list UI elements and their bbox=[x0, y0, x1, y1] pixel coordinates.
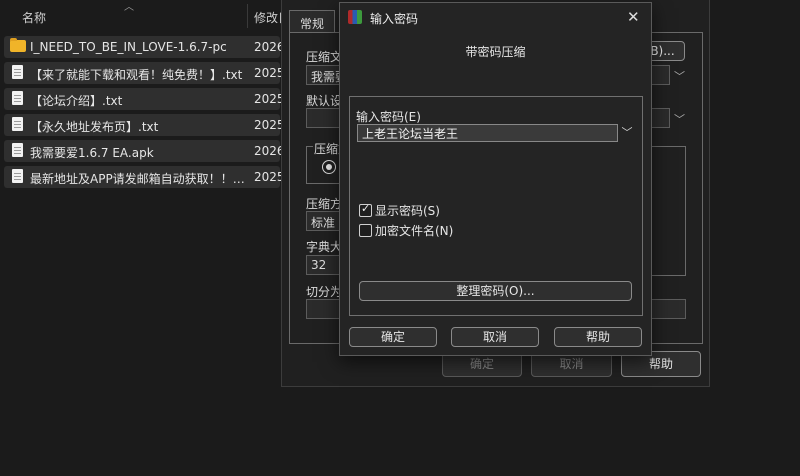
file-icon bbox=[12, 143, 23, 157]
file-name: 【永久地址发布页】.txt bbox=[30, 120, 159, 134]
file-row[interactable]: 我需要爱1.6.7 EA.apk 2026 bbox=[4, 140, 285, 162]
file-name: 【来了就能下载和观看！纯免费！】.txt bbox=[30, 68, 243, 82]
dict-size-label: 字典大 bbox=[306, 240, 343, 254]
split-unit-field[interactable] bbox=[650, 299, 686, 319]
file-date: 2026 bbox=[254, 40, 285, 54]
close-icon[interactable]: ✕ bbox=[627, 8, 640, 26]
column-divider[interactable] bbox=[247, 4, 248, 28]
cancel-button[interactable]: 取消 bbox=[451, 327, 539, 347]
ok-button[interactable]: 确定 bbox=[349, 327, 437, 347]
dialog-titlebar[interactable]: 输入密码 ✕ bbox=[340, 3, 651, 31]
file-row[interactable]: 【论坛介绍】.txt 2025 bbox=[4, 88, 285, 110]
help-button[interactable]: 帮助 bbox=[554, 327, 642, 347]
file-name: I_NEED_TO_BE_IN_LOVE-1.6.7-pc bbox=[30, 40, 227, 54]
options-group bbox=[650, 146, 686, 276]
radio-dot-icon bbox=[326, 164, 332, 170]
column-header-name[interactable]: 名称 bbox=[22, 9, 46, 26]
show-password-checkbox[interactable] bbox=[359, 202, 372, 217]
split-label: 切分为 bbox=[306, 285, 343, 299]
encrypt-filenames-checkbox[interactable] bbox=[359, 224, 372, 237]
method-label: 压缩方 bbox=[306, 197, 343, 211]
organize-passwords-button[interactable]: 整理密码(O)... bbox=[359, 281, 632, 301]
method-select[interactable]: 标准 bbox=[306, 211, 342, 231]
file-date: 2025 bbox=[254, 92, 285, 106]
file-date: 2025 bbox=[254, 170, 285, 184]
password-dialog: 输入密码 ✕ 带密码压缩 输入密码(E) ﹀ 显示密码(S) 加密文件名(N) … bbox=[339, 2, 652, 356]
dialog-subtitle: 带密码压缩 bbox=[465, 45, 526, 59]
folder-icon bbox=[10, 38, 26, 52]
chevron-down-icon[interactable]: ﹀ bbox=[619, 124, 635, 142]
dialog-title: 输入密码 bbox=[370, 12, 419, 26]
text-file-icon bbox=[12, 117, 23, 131]
file-date: 2025 bbox=[254, 118, 285, 132]
chevron-down-icon[interactable]: ﹀ bbox=[674, 111, 685, 127]
file-name: 【论坛介绍】.txt bbox=[30, 94, 123, 108]
file-name: 我需要爱1.6.7 EA.apk bbox=[30, 146, 154, 160]
encrypt-filenames-label[interactable]: 加密文件名(N) bbox=[375, 222, 453, 239]
password-label: 输入密码(E) bbox=[356, 110, 421, 124]
file-row[interactable]: 最新地址及APP请发邮箱自动获取！！！.... 2025 bbox=[4, 166, 285, 188]
file-row[interactable]: 【来了就能下载和观看！纯免费！】.txt 2025 bbox=[4, 62, 285, 84]
method-value: 标准 bbox=[311, 216, 336, 230]
split-field[interactable] bbox=[306, 299, 342, 319]
text-file-icon bbox=[12, 169, 23, 183]
format-radio[interactable] bbox=[322, 160, 336, 174]
file-row[interactable]: I_NEED_TO_BE_IN_LOVE-1.6.7-pc 2026 bbox=[4, 36, 285, 58]
default-settings-label: 默认设 bbox=[306, 94, 343, 108]
sort-caret-icon: ︿ bbox=[124, 2, 134, 13]
file-name: 最新地址及APP请发邮箱自动获取！！！.... bbox=[30, 172, 248, 186]
archive-name-label: 压缩文 bbox=[306, 50, 343, 64]
tab-general-label: 常规 bbox=[300, 17, 325, 31]
chevron-down-icon[interactable]: ﹀ bbox=[674, 68, 685, 84]
file-row[interactable]: 【永久地址发布页】.txt 2025 bbox=[4, 114, 285, 136]
text-file-icon bbox=[12, 91, 23, 105]
dict-size-value: 32 bbox=[311, 258, 327, 272]
password-input[interactable] bbox=[357, 124, 618, 142]
file-date: 2026 bbox=[254, 144, 285, 158]
show-password-label[interactable]: 显示密码(S) bbox=[375, 202, 440, 219]
winrar-icon bbox=[348, 10, 362, 24]
dict-size-select[interactable]: 32 bbox=[306, 255, 342, 275]
file-date: 2025 bbox=[254, 66, 285, 80]
text-file-icon bbox=[12, 65, 23, 79]
tab-general[interactable]: 常规 bbox=[289, 10, 335, 33]
